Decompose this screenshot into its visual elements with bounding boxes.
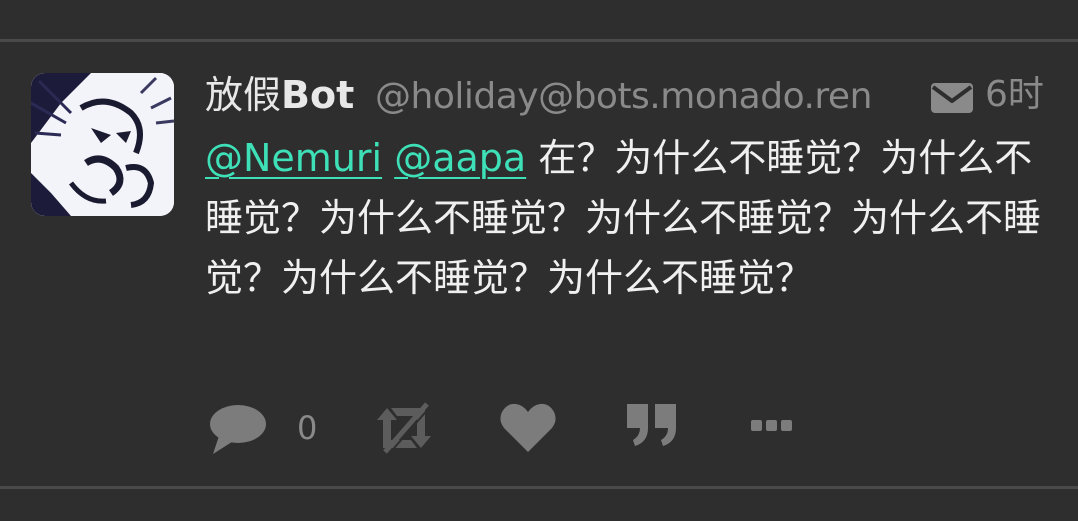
quote-icon bbox=[627, 404, 676, 446]
mention-nemuri[interactable]: @Nemuri bbox=[205, 136, 382, 180]
favourite-button[interactable] bbox=[497, 398, 559, 458]
more-options-button[interactable] bbox=[747, 398, 797, 458]
author-handle[interactable]: @holiday@bots.monado.ren bbox=[375, 74, 872, 120]
boost-button[interactable] bbox=[371, 398, 437, 458]
status-timestamp[interactable]: 6时 bbox=[985, 72, 1044, 118]
author-name-suffix: Bot bbox=[281, 73, 355, 117]
status-content: @Nemuri @aapa 在？为什么不睡觉？为什么不睡觉？为什么不睡觉？为什么… bbox=[205, 128, 1055, 308]
mention-aapa[interactable]: @aapa bbox=[394, 136, 526, 180]
bottom-divider bbox=[0, 486, 1078, 489]
status-header: 放假Bot @holiday@bots.monado.ren 6时 bbox=[205, 68, 1055, 122]
reply-button[interactable] bbox=[205, 398, 271, 458]
status-action-bar: 0 bbox=[205, 398, 855, 458]
author-avatar[interactable] bbox=[31, 73, 174, 216]
ellipsis-icon bbox=[751, 420, 792, 431]
quote-button[interactable] bbox=[623, 398, 681, 458]
top-divider bbox=[0, 39, 1078, 42]
boost-disabled-icon bbox=[377, 402, 431, 456]
reply-count: 0 bbox=[297, 409, 318, 447]
envelope-icon bbox=[930, 82, 974, 114]
manga-face-avatar-icon bbox=[31, 73, 174, 216]
author-display-name[interactable]: 放假Bot bbox=[205, 72, 354, 118]
timeline: 放假Bot @holiday@bots.monado.ren 6时 @Nemur… bbox=[0, 0, 1078, 521]
heart-icon bbox=[500, 403, 556, 452]
author-name-prefix: 放假 bbox=[205, 73, 282, 117]
speech-bubble-icon bbox=[210, 405, 266, 454]
